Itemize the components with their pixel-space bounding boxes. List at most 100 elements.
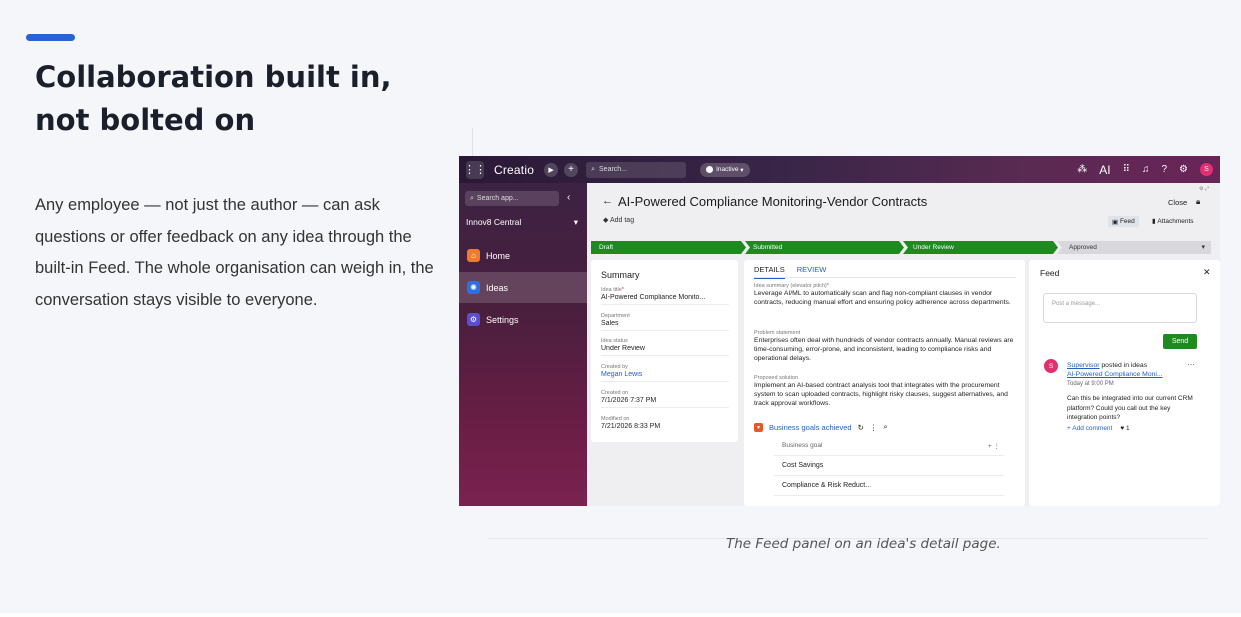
global-search-input[interactable]: Search...	[599, 166, 627, 173]
field-value: Enterprises often deal with hundreds of …	[754, 337, 1014, 362]
add-tag-label: Add tag	[609, 217, 635, 224]
field-idea-status[interactable]: Idea status Under Review	[601, 338, 729, 356]
sidebar-item-settings[interactable]: ⚙ Settings	[459, 304, 587, 335]
sidebar-item-home[interactable]: ⌂ Home	[459, 240, 587, 271]
goal-cell: Cost Savings	[782, 462, 824, 469]
created-by-link[interactable]: Megan Lewis	[601, 371, 729, 378]
post-record-link[interactable]: AI-Powered Compliance Moni...	[1067, 371, 1163, 378]
required-marker: *	[621, 287, 624, 293]
sidebar-item-label: Home	[486, 250, 511, 261]
feed-tab[interactable]: ▣ Feed	[1108, 216, 1139, 227]
sidebar-item-ideas[interactable]: ✺ Ideas	[459, 272, 587, 303]
top-bar: ⋮⋮ Creatio ▶ + ⌕ Search... Inactive ▾ ⁂ …	[459, 156, 1220, 183]
add-goal-icon[interactable]: + ⋮	[988, 442, 1000, 450]
slide-title: Collaboration built in, not bolted on	[35, 60, 392, 137]
sidebar-item-label: Ideas	[486, 282, 509, 293]
field-label: Department	[601, 313, 630, 319]
field-label: Created on	[601, 390, 629, 396]
apps-grid-icon[interactable]: ⋮⋮	[464, 160, 486, 179]
more-icon[interactable]: ⋮	[870, 423, 878, 432]
settings-icon: ⚙	[467, 313, 480, 326]
refresh-icon[interactable]: ↻	[858, 423, 864, 432]
field-value: 7/1/2026 7:37 PM	[601, 397, 657, 404]
sidebar-item-label: Settings	[486, 314, 519, 325]
field-value: Implement an AI-based contract analysis …	[754, 382, 1008, 407]
stage-bar: Draft Submitted Under Review Approved ▾	[591, 241, 1211, 254]
stage-draft[interactable]: Draft	[591, 241, 746, 254]
window-controls-icon[interactable]: ⚙ ⤢	[1199, 186, 1209, 192]
goals-table-header: Business goal + ⋮	[774, 436, 1004, 456]
apps-icon[interactable]: ⠿	[1123, 164, 1130, 175]
attachments-tab[interactable]: ▮ Attachments	[1152, 217, 1194, 225]
field-value: AI-Powered Compliance Monito...	[601, 294, 706, 301]
ai-button[interactable]: AI	[1099, 163, 1110, 177]
sidebar-search[interactable]: ⌕ Search app...	[465, 191, 559, 206]
status-dot-icon	[706, 166, 714, 173]
field-problem-statement[interactable]: Problem statement Enterprises often deal…	[754, 330, 1016, 363]
send-button[interactable]: Send	[1163, 334, 1197, 349]
top-icons: ⁂ AI ⠿ ♫ ? ⚙ S	[1077, 163, 1220, 177]
details-card: DETAILS REVIEW Idea summary (elevator pi…	[744, 260, 1025, 506]
slide-body: Any employee — not just the author — can…	[35, 196, 434, 309]
feed-title: Feed	[1040, 268, 1060, 278]
avatar[interactable]: S	[1044, 359, 1058, 373]
field-value: Leverage AI/ML to automatically scan and…	[754, 290, 1011, 306]
summary-card: Summary Idea title* AI-Powered Complianc…	[591, 260, 738, 442]
feed-tab-label: Feed	[1119, 218, 1135, 225]
collapse-icon[interactable]: ▾	[754, 422, 763, 432]
idea-icon: ✺	[467, 281, 480, 294]
field-label: Idea title	[601, 287, 622, 293]
field-created-by[interactable]: Created by Megan Lewis	[601, 364, 729, 382]
record-page: ⚙ ⤢ ← AI-Powered Compliance Monitoring-V…	[587, 183, 1220, 506]
like-button[interactable]: ♥ 1	[1120, 425, 1129, 432]
column-header: Business goal	[782, 442, 823, 449]
sidebar-search-input[interactable]: Search app...	[477, 195, 519, 202]
close-icon[interactable]: ✕	[1203, 267, 1211, 278]
stage-under-review[interactable]: Under Review	[903, 241, 1058, 254]
business-goals-header: ▾ Business goals achieved ↻ ⋮ ⌕	[754, 422, 888, 432]
stage-approved[interactable]: Approved	[1057, 241, 1211, 254]
table-row[interactable]: Cost Savings	[774, 456, 1004, 476]
back-arrow-icon[interactable]: ←	[602, 195, 613, 207]
workspace-selector[interactable]: Innov8 Central ▾	[466, 217, 578, 228]
search-icon[interactable]: ⌕	[883, 422, 887, 432]
field-department[interactable]: Department Sales	[601, 313, 729, 331]
status-pill[interactable]: Inactive ▾	[700, 162, 750, 177]
attachments-tab-label: Attachments	[1157, 218, 1194, 225]
feed-panel: Feed ✕ Post a message... Send S Supervis…	[1029, 260, 1220, 506]
chevron-down-icon[interactable]: ▾	[1201, 243, 1205, 251]
field-idea-title[interactable]: Idea title* AI-Powered Compliance Monito…	[601, 287, 729, 305]
field-elevator-pitch[interactable]: Idea summary (elevator pitch)* Leverage …	[754, 283, 1016, 307]
field-value: Sales	[601, 320, 619, 327]
table-row[interactable]: Compliance & Risk Reduct...	[774, 476, 1004, 496]
tabs-divider	[754, 277, 1016, 278]
post-message-input[interactable]: Post a message...	[1043, 293, 1197, 323]
lock-icon[interactable]: 🔒︎	[1196, 197, 1200, 207]
play-icon[interactable]: ▶	[544, 162, 559, 177]
user-avatar[interactable]: S	[1200, 163, 1213, 176]
stage-submitted[interactable]: Submitted	[745, 241, 904, 254]
field-modified-on: Modified on 7/21/2026 8:33 PM	[601, 416, 729, 433]
bell-icon[interactable]: ♫	[1142, 164, 1150, 175]
like-count: 1	[1126, 425, 1130, 432]
close-button[interactable]: Close	[1168, 198, 1187, 207]
global-search[interactable]: ⌕ Search...	[586, 161, 687, 178]
wifi-icon[interactable]: ⁂	[1077, 164, 1087, 175]
add-comment-button[interactable]: + Add comment	[1067, 425, 1112, 432]
more-icon[interactable]: ⋯	[1187, 360, 1195, 369]
field-proposed-solution[interactable]: Proposed solution Implement an AI-based …	[754, 375, 1016, 408]
stage-label: Approved	[1069, 244, 1097, 251]
collapse-sidebar-icon[interactable]: ‹	[567, 192, 570, 203]
field-created-on: Created on 7/1/2026 7:37 PM	[601, 390, 729, 408]
add-tag-button[interactable]: ◆ Add tag	[603, 216, 634, 224]
gear-icon[interactable]: ⚙	[1179, 164, 1188, 175]
help-icon[interactable]: ?	[1161, 164, 1167, 175]
plus-icon[interactable]: +	[564, 162, 579, 177]
post-author-link[interactable]: Supervisor	[1067, 362, 1100, 369]
search-icon: ⌕	[470, 194, 474, 202]
field-value: 7/21/2026 8:33 PM	[601, 423, 661, 430]
summary-title: Summary	[601, 270, 640, 280]
frame-divider	[472, 128, 473, 156]
stage-label: Submitted	[753, 244, 783, 251]
chat-icon: ▣	[1112, 218, 1120, 226]
